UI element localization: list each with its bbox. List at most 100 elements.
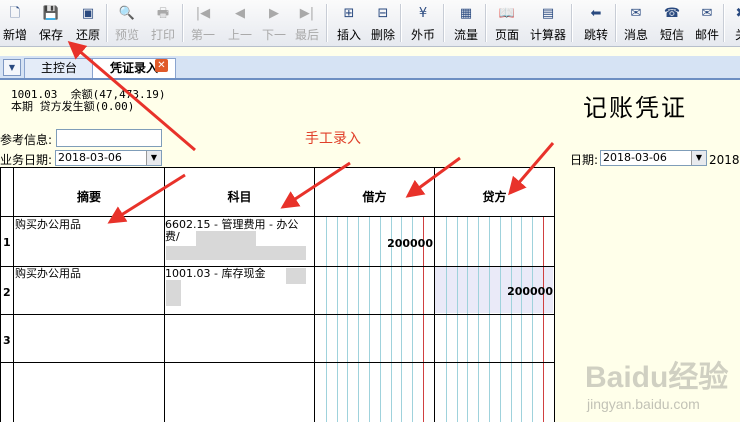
watermark-brand: Baidu经验 — [585, 360, 728, 394]
ledger-rule — [521, 217, 523, 422]
date-year-prefix: 2018年 — [709, 153, 740, 167]
toolbar-button-17[interactable]: ☎ 短信 — [656, 2, 688, 44]
toolbar-button-label: 邮件 — [694, 28, 719, 42]
cash-flow-icon: ▦ — [459, 6, 473, 21]
last-icon: ▶| — [299, 6, 315, 21]
toolbar-button-label: 删除 — [370, 28, 395, 42]
toolbar-button-label: 页面 — [494, 28, 519, 42]
blurred-region — [196, 231, 256, 247]
ledger-rule — [456, 217, 458, 422]
tab-close-icon[interactable]: ✕ — [155, 59, 168, 72]
toolbar-button-label: 上一 — [227, 28, 252, 42]
toolbar-button-label: 保存 — [38, 28, 63, 42]
toolbar-button-2[interactable]: ▣ 还原 — [71, 2, 105, 44]
date-picker[interactable]: 2018-03-06 ▼ — [600, 150, 707, 166]
date-label: 日期: — [570, 153, 599, 167]
toolbar-button-label: 第一 — [190, 28, 215, 42]
calculator-icon: ▤ — [541, 6, 555, 21]
toolbar-button-label: 流量 — [453, 28, 478, 42]
toolbar-button-10[interactable]: ⊟ 删除 — [367, 2, 399, 44]
toolbar: 🗋 新增 💾 保存 ▣ 还原 🔍 预览 🖶 打印 |◀ 第一 ◀ 上一 ▶ 下一 ▶| 最后 ⊞ 插入 ⊟ 删除 ¥ 外币 ▦ 流… — [0, 0, 740, 47]
toolbar-button-label: 跳转 — [583, 28, 608, 42]
toolbar-button-6[interactable]: ◀ 上一 — [225, 2, 255, 44]
toolbar-button-5[interactable]: |◀ 第一 — [187, 2, 219, 44]
toolbar-button-1[interactable]: 💾 保存 — [34, 2, 68, 44]
col-header-credit: 贷方 — [482, 190, 507, 204]
ledger-rule — [445, 217, 447, 422]
biz-date-label: 业务日期: — [0, 153, 53, 167]
toolbar-separator — [723, 4, 725, 42]
toolbar-separator — [106, 4, 108, 42]
first-icon: |◀ — [195, 6, 211, 21]
toolbar-button-label: 关 — [735, 28, 740, 42]
toolbar-button-label: 打印 — [150, 28, 175, 42]
ledger-rule — [532, 217, 534, 422]
toolbar-button-0[interactable]: 🗋 新增 — [0, 2, 30, 44]
toolbar-separator — [182, 4, 184, 42]
blurred-region — [166, 280, 181, 306]
message-icon: ✉ — [630, 6, 642, 21]
toolbar-button-16[interactable]: ✉ 消息 — [621, 2, 651, 44]
summary-cell[interactable]: 购买办公用品 — [15, 219, 163, 231]
toolbar-button-14[interactable]: ▤ 计算器 — [526, 2, 570, 44]
toolbar-button-18[interactable]: ✉ 邮件 — [692, 2, 722, 44]
toolbar-button-label: 最后 — [294, 28, 319, 42]
prev-icon: ◀ — [235, 6, 245, 21]
foreign-currency-icon: ¥ — [418, 6, 428, 21]
jump-icon: ⬅ — [590, 6, 602, 21]
toolbar-button-label: 消息 — [623, 28, 648, 42]
blurred-region — [166, 246, 306, 260]
tab-dropdown-button[interactable]: ▼ — [3, 59, 21, 76]
tab-main-console[interactable]: 主控台 — [24, 58, 94, 78]
toolbar-button-12[interactable]: ▦ 流量 — [451, 2, 481, 44]
preview-icon: 🔍 — [118, 6, 136, 21]
baidu-watermark: Baidu经验 jingyan.baidu.com — [585, 360, 728, 412]
ledger-rule — [510, 217, 512, 422]
col-header-summary: 摘要 — [76, 190, 101, 204]
ledger-rule — [499, 217, 501, 422]
toolbar-button-7[interactable]: ▶ 下一 — [259, 2, 289, 44]
save-icon: 💾 — [42, 6, 60, 21]
chevron-down-icon[interactable]: ▼ — [146, 151, 161, 165]
row-number: 2 — [3, 286, 11, 299]
ledger-rule — [467, 217, 469, 422]
mail-icon: ✉ — [701, 6, 713, 21]
manual-entry-annotation: 手工录入 — [305, 131, 361, 147]
toolbar-button-label: 短信 — [659, 28, 684, 42]
toolbar-separator — [326, 4, 328, 42]
close-window-icon: ✖ — [732, 6, 740, 22]
col-header-debit: 借方 — [362, 190, 387, 204]
toolbar-button-4[interactable]: 🖶 打印 — [147, 2, 179, 44]
row-number: 3 — [3, 334, 11, 347]
toolbar-button-label: 计算器 — [529, 28, 566, 42]
date-value: 2018-03-06 — [603, 151, 667, 164]
restore-icon: ▣ — [81, 6, 95, 21]
debit-cell[interactable]: 200000 — [315, 237, 433, 250]
toolbar-button-label: 外币 — [410, 28, 435, 42]
credit-cell[interactable]: 200000 — [435, 285, 553, 298]
biz-date-value: 2018-03-06 — [58, 151, 122, 164]
new-doc-icon: 🗋 — [9, 6, 21, 21]
toolbar-button-19[interactable]: ✖关 — [731, 2, 740, 44]
toolbar-button-3[interactable]: 🔍 预览 — [111, 2, 143, 44]
next-icon: ▶ — [269, 6, 279, 21]
print-icon: 🖶 — [156, 6, 170, 21]
summary-cell[interactable]: 购买办公用品 — [15, 268, 163, 280]
page-icon: 📖 — [498, 6, 516, 21]
toolbar-button-label: 新增 — [2, 28, 27, 42]
toolbar-button-9[interactable]: ⊞ 插入 — [334, 2, 364, 44]
tab-bar: ▼ 主控台 凭证录入 ✕ — [0, 56, 740, 80]
ref-info-input[interactable] — [56, 129, 162, 147]
voucher-entry-table: 摘要 科目 借方 贷方 1 购买办公用品 6602.15 - 管理费用 - 办公… — [0, 167, 555, 422]
toolbar-button-15[interactable]: ⬅ 跳转 — [581, 2, 611, 44]
toolbar-button-13[interactable]: 📖 页面 — [492, 2, 522, 44]
chevron-down-icon[interactable]: ▼ — [691, 151, 706, 165]
ledger-rule — [478, 217, 480, 422]
toolbar-button-8[interactable]: ▶| 最后 — [292, 2, 322, 44]
period-credit-line: 本期 贷方发生额(0.00) — [11, 100, 135, 113]
watermark-url: jingyan.baidu.com — [586, 396, 700, 412]
toolbar-button-11[interactable]: ¥ 外币 — [407, 2, 439, 44]
biz-date-picker[interactable]: 2018-03-06 ▼ — [55, 150, 162, 166]
ref-info-label: 参考信息: — [0, 133, 53, 147]
row-number: 1 — [3, 236, 11, 249]
